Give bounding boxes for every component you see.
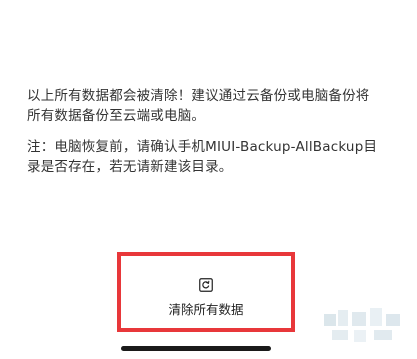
warning-line-2: 所有数据备份至云端或电脑。 [27, 108, 206, 124]
watermark-logo [324, 308, 400, 342]
home-indicator[interactable] [121, 346, 271, 351]
clear-all-data-label: 清除所有数据 [168, 302, 244, 317]
clear-all-data-button[interactable]: 清除所有数据 [121, 256, 291, 328]
note-line-1: 注：电脑恢复前，请确认手机MIUI-Backup-AllBackup目 [27, 139, 378, 155]
note-line-2: 录是否存在，若无请新建该目录。 [27, 159, 233, 175]
reset-icon [199, 278, 213, 292]
page: 以上所有数据都会被清除！建议通过云备份或电脑备份将 所有数据备份至云端或电脑。 … [0, 0, 417, 359]
warning-line-1: 以上所有数据都会被清除！建议通过云备份或电脑备份将 [27, 88, 370, 104]
restore-note: 注：电脑恢复前，请确认手机MIUI-Backup-AllBackup目 录是否存… [27, 137, 392, 177]
highlight-box: 清除所有数据 [117, 252, 295, 332]
data-wipe-warning: 以上所有数据都会被清除！建议通过云备份或电脑备份将 所有数据备份至云端或电脑。 [27, 86, 387, 126]
